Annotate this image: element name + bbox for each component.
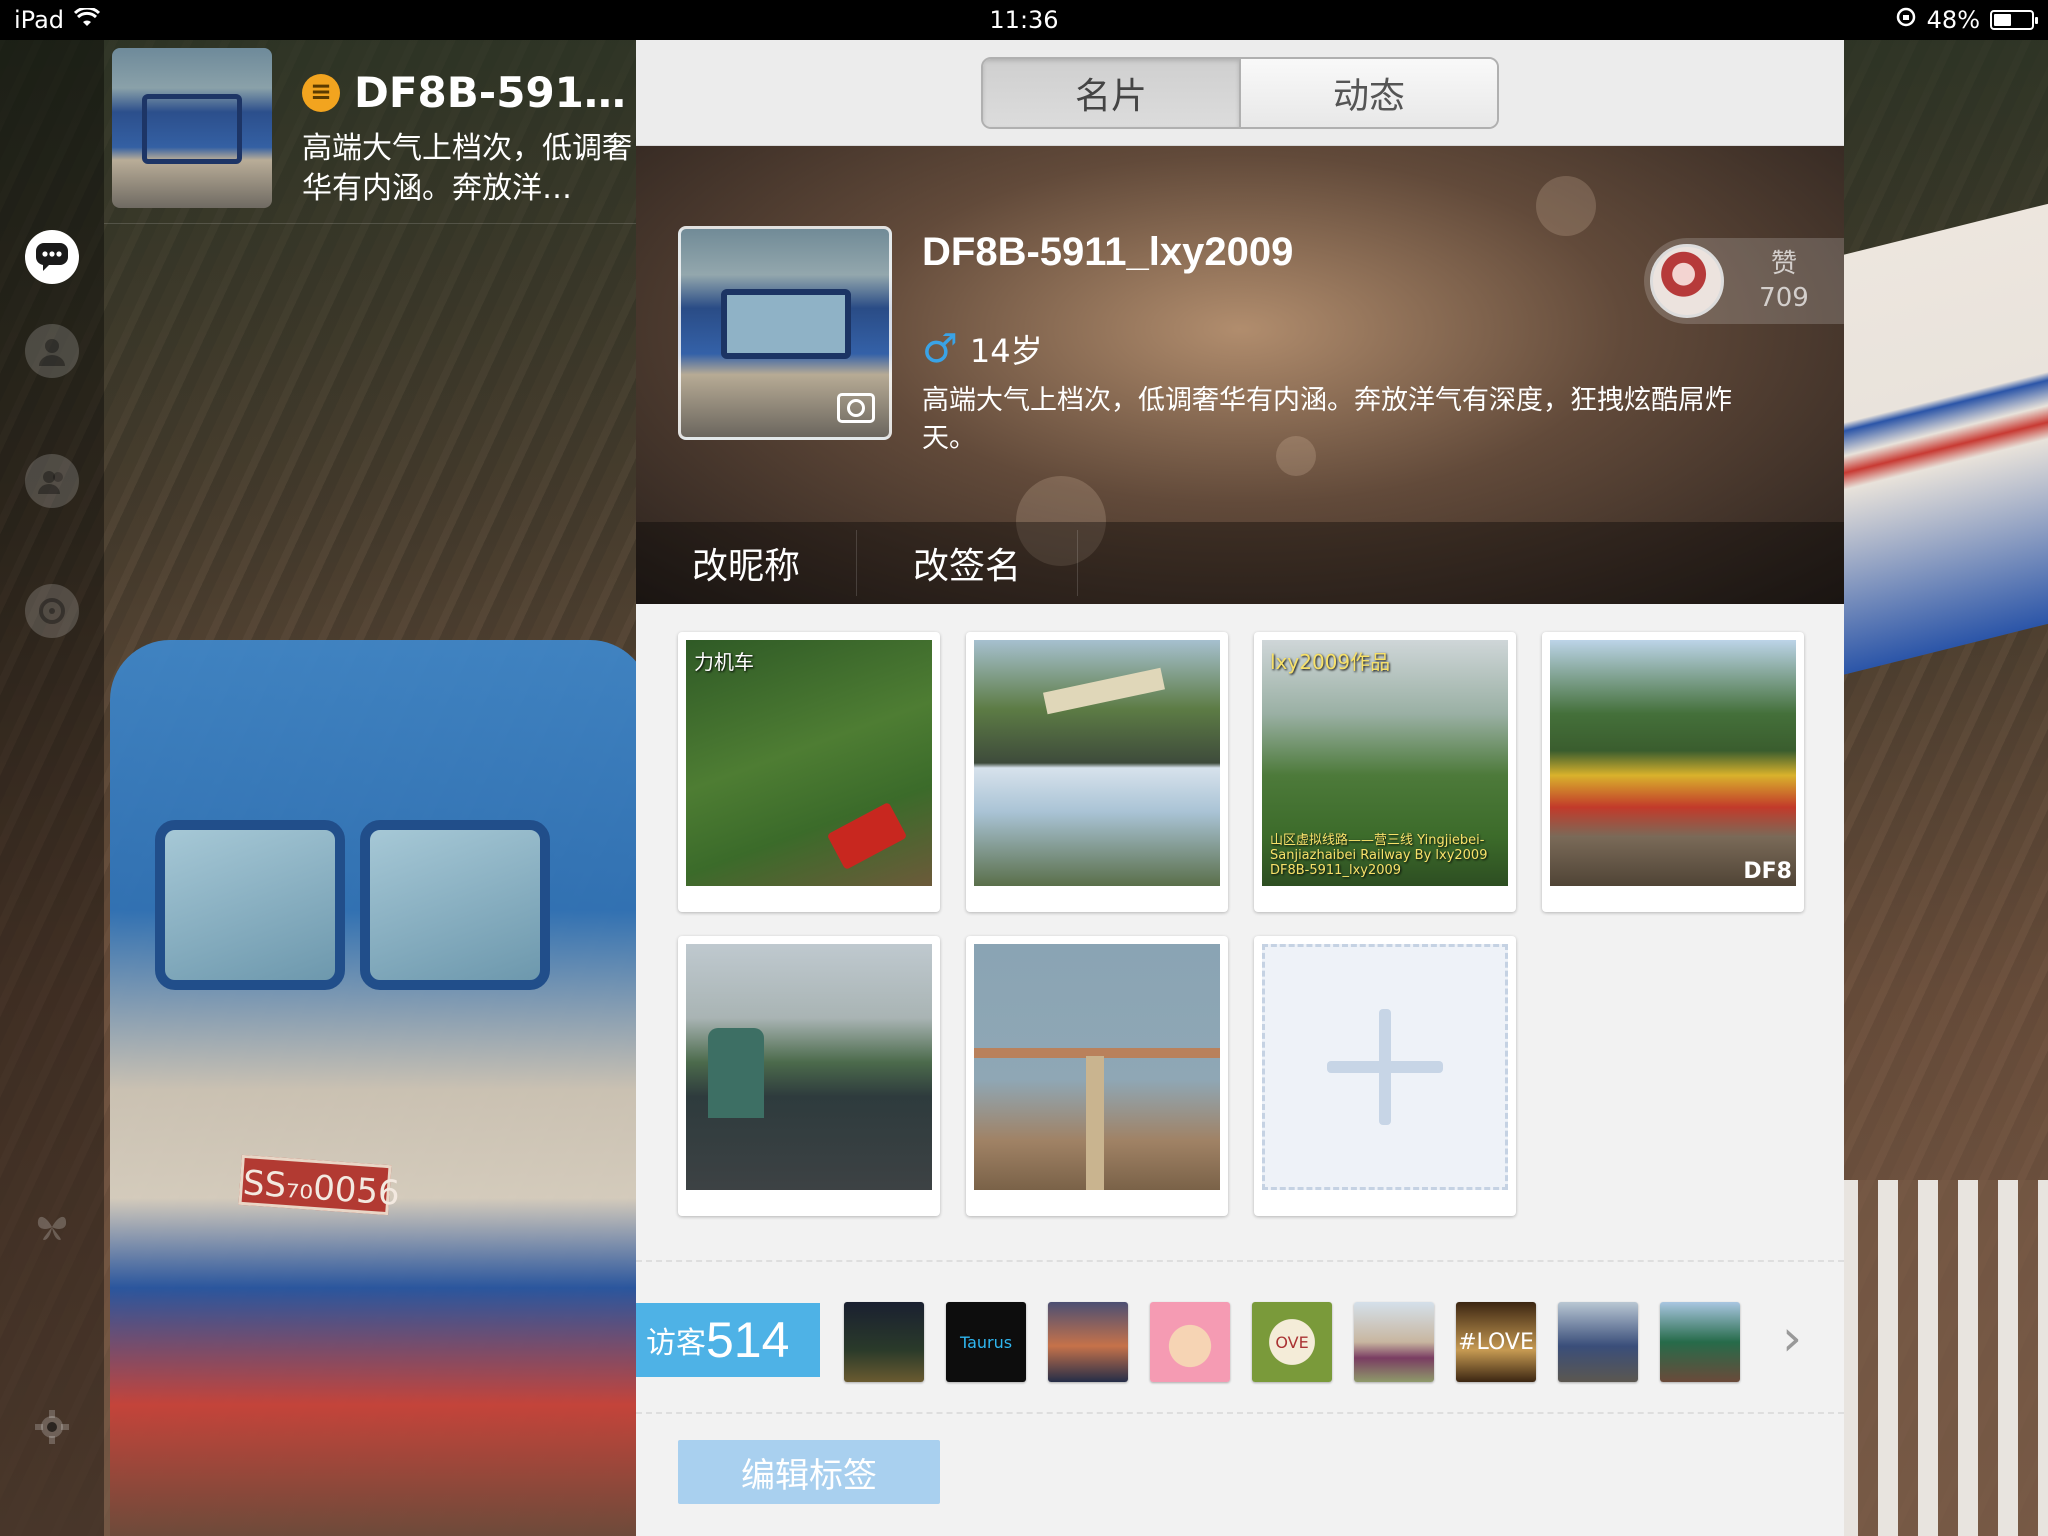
segmented-control: 名片 动态 xyxy=(981,56,1499,129)
photo-tile[interactable] xyxy=(966,632,1228,912)
photo-detail xyxy=(1086,1056,1104,1190)
profile-age: 14岁 xyxy=(969,332,1043,370)
photo-image: 力机车 xyxy=(686,640,932,886)
photo-image: lxy2009作品 山区虚拟线路——营三线 Yingjiebei-Sanjiaz… xyxy=(1262,640,1508,886)
visitor-avatar[interactable]: OVE xyxy=(1252,1302,1332,1382)
visitor-avatar[interactable] xyxy=(844,1302,924,1382)
profile-signature-full: 高端大气上档次，低调奢华有内涵。奔放洋气有深度，狂拽炫酷屌炸天。 xyxy=(922,385,1732,454)
visitor-avatar[interactable] xyxy=(1354,1302,1434,1382)
photo-tile[interactable]: 力机车 xyxy=(678,632,940,912)
person-icon[interactable] xyxy=(25,324,79,378)
member-badge-icon: ≡ xyxy=(302,73,340,112)
edit-nickname-button[interactable]: 改昵称 xyxy=(636,530,858,596)
profile-header: DF8B-5911_lxy2009 ♂ 14岁 高端大气上档次，低调奢华有内涵。… xyxy=(636,146,1844,604)
sparkle-decoration xyxy=(1536,176,1596,236)
photo-label: 力机车 xyxy=(694,650,754,674)
battery-percent: 48% xyxy=(1926,6,1980,34)
photo-tile[interactable]: lxy2009作品 山区虚拟线路——营三线 Yingjiebei-Sanjiaz… xyxy=(1254,632,1516,912)
background-locomotive xyxy=(110,640,650,1536)
photo-label: lxy2009作品 xyxy=(1270,650,1391,674)
visitor-avatar[interactable]: #LOVE xyxy=(1456,1302,1536,1382)
group-icon[interactable] xyxy=(25,454,79,508)
battery-fill xyxy=(1994,14,2011,26)
add-photo-button[interactable] xyxy=(1254,936,1516,1216)
butterfly-icon[interactable] xyxy=(25,1200,79,1254)
photo-caption: 山区虚拟线路——营三线 Yingjiebei-Sanjiazhaibei Rai… xyxy=(1270,833,1488,878)
photo-tile[interactable] xyxy=(966,936,1228,1216)
photo-detail xyxy=(1043,667,1165,715)
photo-tile[interactable]: DF8 xyxy=(1542,632,1804,912)
rotation-lock-icon xyxy=(1895,6,1917,34)
avatar[interactable] xyxy=(112,48,272,208)
photo-image xyxy=(974,944,1220,1190)
discover-icon[interactable] xyxy=(25,584,79,638)
camera-icon[interactable] xyxy=(837,393,875,423)
like-label: 赞 xyxy=(1770,249,1797,279)
photo-corner-text: DF8 xyxy=(1743,859,1792,884)
liker-avatar xyxy=(1650,244,1724,318)
male-icon: ♂ xyxy=(922,326,958,372)
photo-image: DF8 xyxy=(1550,640,1796,886)
visitor-count-tag[interactable]: 访客 514 xyxy=(636,1303,828,1377)
avatar-image-detail xyxy=(721,289,851,359)
photo-image xyxy=(974,640,1220,886)
edit-signature-button[interactable]: 改签名 xyxy=(857,530,1079,596)
divider xyxy=(636,1260,1844,1262)
device-name: iPad xyxy=(14,6,65,34)
visitor-list: Taurus OVE #LOVE xyxy=(844,1302,1740,1382)
visitor-avatar[interactable] xyxy=(1660,1302,1740,1382)
photo-detail xyxy=(826,801,908,871)
edit-tags-button[interactable]: 编辑标签 xyxy=(678,1440,940,1504)
battery-icon xyxy=(1990,10,2038,30)
profile-nickname: DF8B-5911_lxy2009 xyxy=(922,230,1294,274)
background-locomotive-plate: SS₇₀0056 xyxy=(238,1154,401,1216)
profile-signature: 高端大气上档次，低调奢华有内涵。奔放洋… xyxy=(302,131,632,206)
current-chat-profile[interactable]: ≡ DF8B-591… 高端大气上档次，低调奢华有内涵。奔放洋… xyxy=(104,44,636,224)
tab-bar: 名片 动态 xyxy=(636,40,1844,146)
visitor-avatar[interactable] xyxy=(1150,1302,1230,1382)
tab-card[interactable]: 名片 xyxy=(983,58,1241,127)
photo-image xyxy=(686,944,932,1190)
chat-bubble-icon[interactable] xyxy=(25,230,79,284)
photo-detail xyxy=(708,1028,764,1118)
visitor-avatar[interactable]: Taurus xyxy=(946,1302,1026,1382)
visitor-count: 514 xyxy=(706,1312,790,1368)
like-count: 709 xyxy=(1759,283,1809,313)
profile-panel: 名片 动态 DF8B-5911_lxy2009 ♂ 14岁 高端大气上档次，低调… xyxy=(636,40,1844,1536)
background-train xyxy=(1838,203,2048,677)
add-photo-area xyxy=(1262,944,1508,1190)
status-bar: iPad 11:36 48% xyxy=(0,0,2048,40)
background-fence xyxy=(1838,1180,2048,1536)
tab-feed[interactable]: 动态 xyxy=(1241,58,1497,127)
sidebar xyxy=(0,40,104,1536)
profile-avatar[interactable] xyxy=(678,226,892,440)
chevron-right-icon[interactable]: › xyxy=(1770,1313,1814,1363)
background-locomotive-window xyxy=(360,820,550,990)
divider xyxy=(636,1412,1844,1414)
visitor-avatar[interactable] xyxy=(1048,1302,1128,1382)
plus-icon xyxy=(1327,1009,1443,1125)
status-time: 11:36 xyxy=(989,6,1059,34)
profile-name: DF8B-591… xyxy=(354,68,626,117)
wifi-icon xyxy=(73,6,101,34)
like-button[interactable]: 赞 709 xyxy=(1644,238,1844,324)
photo-tile[interactable] xyxy=(678,936,940,1216)
gear-icon[interactable] xyxy=(25,1400,79,1454)
profile-action-bar: 改昵称 改签名 xyxy=(636,522,1844,604)
visitor-avatar[interactable] xyxy=(1558,1302,1638,1382)
visitor-label: 访客 xyxy=(646,1326,706,1361)
background-locomotive-window xyxy=(155,820,345,990)
